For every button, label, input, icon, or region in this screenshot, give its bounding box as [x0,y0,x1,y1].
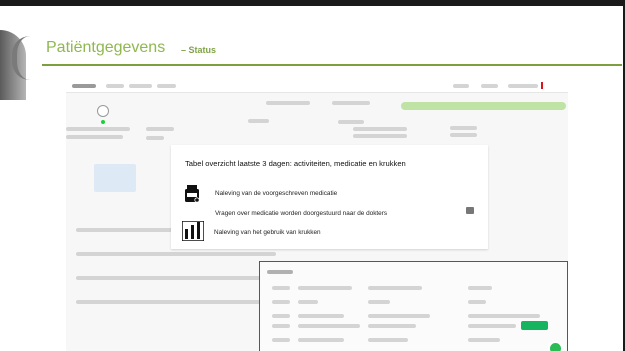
screenshot-field [353,134,407,138]
screenshot-field [146,127,174,131]
screenshot-nav-item [157,84,176,88]
screenshot-field [146,136,164,140]
table-cell [298,300,318,304]
slide-header: Patiëntgegevens – Status [0,12,623,100]
screenshot-nav-item [481,84,498,88]
table-cell [298,286,352,290]
screenshot-avatar [97,105,109,117]
overlay-item-questions-text: Vragen over medicatie worden doorgestuur… [215,210,388,217]
table-cell [368,286,422,290]
overlay-heading: Tabel overzicht laatste 3 dagen: activit… [185,159,406,168]
table-cell [368,324,416,328]
table-cell [298,314,344,318]
table-cell [272,324,290,328]
table-cell [468,300,486,304]
table-cell [298,324,360,328]
slide-title: Patiëntgegevens [46,39,166,56]
screenshot-row [76,276,276,280]
screenshot-nav-item [508,84,538,88]
table-cell [272,300,290,304]
screenshot-field [450,126,477,130]
table-cell [468,314,540,318]
screenshot-row [76,252,276,256]
brand-mark [12,36,39,80]
table-cell [368,338,408,342]
screenshot-button [266,101,310,105]
screenshot-card [94,164,136,192]
table-cell [368,314,430,318]
table-cell [468,324,516,328]
screenshot-field [450,133,477,137]
screenshot-status-dot [101,120,105,124]
screenshot-patient-line [66,127,130,131]
screenshot-field [248,119,269,123]
feature-overlay: Tabel overzicht laatste 3 dagen: activit… [171,145,488,249]
table-title [267,270,293,274]
screenshot-nav-item [453,84,469,88]
table-cell [468,338,500,342]
crutches-icon [182,221,204,241]
table-status-tag [521,321,548,330]
table-cell [272,314,290,318]
slide-subtitle: – Status [181,45,217,55]
table-cell [272,338,290,342]
screenshot-field [353,127,407,131]
table-cell [368,300,390,304]
screenshot-nav-item [129,84,152,88]
screenshot-nav-item [106,84,124,88]
title-rule [42,64,622,66]
screenshot-field [338,120,364,124]
overlay-item-crutches-text: Naleving van het gebruik van krukken [214,229,321,236]
question-icon [183,205,197,217]
medication-icon [185,185,200,203]
screenshot-alert-mark [541,82,543,89]
screenshot-button [332,101,370,105]
table-cell [272,286,290,290]
screenshot-row [76,300,276,304]
overlay-item-medication-text: Naleving van de voorgeschreven medicatie [215,190,338,197]
highlighted-table [259,261,568,351]
table-cell [468,286,492,290]
screenshot-green-bar [401,102,566,110]
add-icon[interactable] [548,341,563,351]
overlay-item-medication: Naleving van de voorgeschreven medicatie [171,184,491,204]
screenshot-logo [72,84,96,88]
screenshot-patient-line [66,135,123,139]
overlay-item-questions: Vragen over medicatie worden doorgestuur… [171,203,491,223]
table-cell [298,338,344,342]
chat-icon [466,207,474,214]
overlay-item-crutches: Naleving van het gebruik van krukken [171,221,491,242]
presentation-slide: Patiëntgegevens – Status Tabel overzicht… [0,0,625,351]
